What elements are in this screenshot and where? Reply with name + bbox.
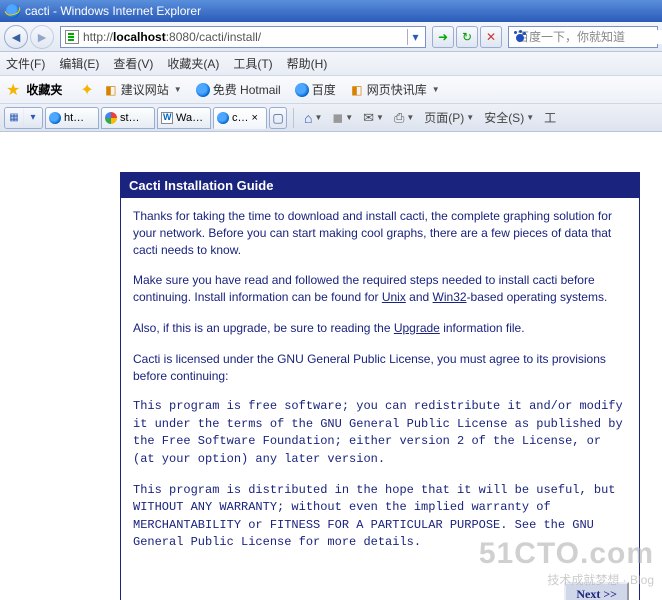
menu-help[interactable]: 帮助(H) (287, 55, 328, 72)
menu-edit[interactable]: 编辑(E) (59, 55, 99, 72)
upgrade-link[interactable]: Upgrade (394, 321, 440, 335)
tab1-icon (49, 112, 61, 124)
window-title: cacti - Windows Internet Explorer (25, 4, 201, 18)
hotmail-label: 免费 Hotmail (213, 81, 281, 98)
tab4-icon (217, 112, 229, 124)
mail-icon: ✉ (363, 110, 374, 126)
quick-tabs-group: ▦ ▾ (4, 107, 43, 129)
tab-2[interactable]: st… (101, 107, 155, 129)
star-icon[interactable]: ★ (6, 80, 20, 100)
tools-label: 工 (544, 109, 556, 126)
tools-menu-cut[interactable]: 工 (540, 107, 560, 129)
page-menu[interactable]: 页面(P)▼ (420, 107, 478, 129)
hotmail-link[interactable]: 免费 Hotmail (192, 79, 285, 100)
next-button[interactable]: Next >> (564, 582, 629, 600)
prereq-paragraph: Make sure you have read and followed the… (133, 272, 627, 306)
suggested-icon: ◧ (104, 83, 118, 97)
back-button[interactable]: ◄ (4, 25, 28, 49)
chevron-down-icon: ▼ (174, 85, 182, 94)
gpl-text-2: This program is distributed in the hope … (133, 482, 627, 552)
menu-tools[interactable]: 工具(T) (233, 55, 272, 72)
tab4-label: c… × (232, 112, 258, 124)
tab2-icon (105, 112, 117, 124)
baidu-link[interactable]: 百度 (291, 79, 340, 100)
webslice-link[interactable]: ◧ 网页快讯库 ▼ (346, 79, 444, 100)
url-path: :8080/cacti/install/ (166, 30, 261, 44)
cacti-footer: Next >> (121, 576, 639, 600)
baidu-label: 百度 (312, 81, 336, 98)
window-titlebar: cacti - Windows Internet Explorer (0, 0, 662, 22)
menu-file[interactable]: 文件(F) (6, 55, 45, 72)
stop-button[interactable]: ✕ (480, 26, 502, 48)
add-fav-icon[interactable]: ✦ (80, 80, 93, 100)
home-icon: ⌂ (304, 110, 312, 126)
favorites-bar: ★ 收藏夹 ✦ ◧ 建议网站 ▼ 免费 Hotmail 百度 ◧ 网页快讯库 ▼ (0, 76, 662, 104)
address-dropdown[interactable]: ▾ (407, 29, 423, 45)
tab3-icon (161, 112, 173, 124)
safety-menu[interactable]: 安全(S)▼ (480, 107, 538, 129)
go-button[interactable]: ➜ (432, 26, 454, 48)
upgrade-paragraph: Also, if this is an upgrade, be sure to … (133, 320, 627, 337)
home-button[interactable]: ⌂▼ (300, 107, 326, 129)
feed-icon: ◼ (332, 110, 343, 126)
license-paragraph: Cacti is licensed under the GNU General … (133, 351, 627, 385)
safety-label: 安全(S) (484, 109, 524, 126)
tab2-label: st… (120, 112, 140, 124)
menu-bar: 文件(F) 编辑(E) 查看(V) 收藏夹(A) 工具(T) 帮助(H) (0, 52, 662, 76)
win32-link[interactable]: Win32 (433, 290, 467, 304)
url-host: localhost (113, 30, 166, 44)
refresh-button[interactable]: ↻ (456, 26, 478, 48)
new-tab-button[interactable]: ▢ (269, 107, 287, 129)
tab-3[interactable]: Wa… (157, 107, 211, 129)
print-button[interactable]: ⎙▼ (390, 107, 418, 129)
tab-1[interactable]: ht… (45, 107, 99, 129)
tab3-label: Wa… (176, 112, 203, 124)
cacti-body: Thanks for taking the time to download a… (121, 198, 639, 576)
cacti-title: Cacti Installation Guide (121, 173, 639, 198)
webslice-label: 网页快讯库 (367, 81, 427, 98)
page-content: Cacti Installation Guide Thanks for taki… (0, 132, 662, 600)
suggested-sites-link[interactable]: ◧ 建议网站 ▼ (100, 79, 186, 100)
quick-tabs-button[interactable]: ▦ (5, 108, 23, 128)
search-input[interactable] (517, 30, 662, 44)
webslice-icon: ◧ (350, 83, 364, 97)
suggested-label: 建议网站 (121, 81, 169, 98)
tab-4-active[interactable]: c… × (213, 107, 267, 129)
hotmail-icon (196, 83, 210, 97)
address-bar[interactable]: http://localhost:8080/cacti/install/ ▾ (60, 26, 426, 48)
gpl-text-1: This program is free software; you can r… (133, 398, 627, 468)
separator (293, 108, 294, 128)
forward-button[interactable]: ► (30, 25, 54, 49)
menu-favorites[interactable]: 收藏夹(A) (167, 55, 219, 72)
search-box[interactable] (508, 26, 658, 48)
tab-bar: ▦ ▾ ht… st… Wa… c… × ▢ ⌂▼ ◼▼ ✉▼ ⎙▼ 页面(P)… (0, 104, 662, 132)
cacti-install-panel: Cacti Installation Guide Thanks for taki… (120, 172, 640, 600)
baidu-fav-icon (295, 83, 309, 97)
unix-link[interactable]: Unix (382, 290, 406, 304)
feeds-button[interactable]: ◼▼ (328, 107, 357, 129)
tab1-label: ht… (64, 112, 84, 124)
nav-toolbar: ◄ ► http://localhost:8080/cacti/install/… (0, 22, 662, 52)
page-icon (65, 30, 79, 44)
url-proto: http:// (83, 30, 113, 44)
ie-icon (6, 4, 20, 18)
chevron-down-icon: ▼ (432, 85, 440, 94)
mail-button[interactable]: ✉▼ (359, 107, 388, 129)
intro-paragraph: Thanks for taking the time to download a… (133, 208, 627, 258)
page-label: 页面(P) (424, 109, 464, 126)
print-icon: ⎙ (394, 110, 404, 126)
menu-view[interactable]: 查看(V) (113, 55, 153, 72)
favorites-label[interactable]: 收藏夹 (26, 81, 62, 98)
quick-tabs-dropdown[interactable]: ▾ (24, 108, 42, 128)
